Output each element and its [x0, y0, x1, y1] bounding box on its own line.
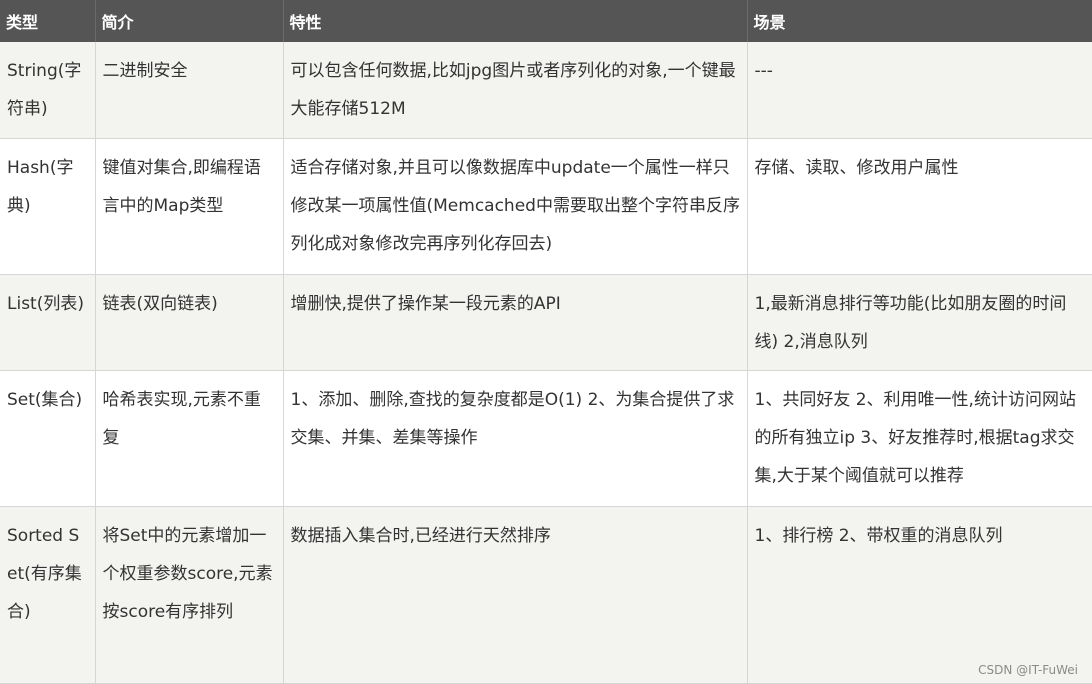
type-text: String(字符串) — [7, 61, 82, 119]
intro-text: 链表(双向链表) — [102, 293, 218, 314]
cell-intro: 将Set中的元素增加一个权重参数score,元素按score有序排列 — [95, 506, 284, 684]
feature-text: 可以包含任何数据,比如jpg图片或者序列化的对象,一个键最大能存储512M — [290, 61, 736, 119]
cell-scene: 存储、读取、修改用户属性 — [747, 138, 1092, 275]
cell-type: String(字符串) — [0, 42, 96, 139]
feature-text: 1、添加、删除,查找的复杂度都是O(1) 2、为集合提供了求交集、并集、差集等操… — [290, 389, 735, 448]
table-header: 类型 简介 特性 场景 — [0, 0, 1092, 42]
feature-text: 增删快,提供了操作某一段元素的API — [290, 293, 561, 314]
table-row-sorted-set: Sorted Set(有序集合) 将Set中的元素增加一个权重参数score,元… — [0, 506, 1092, 684]
intro-text: 哈希表实现,元素不重复 — [102, 389, 261, 448]
header-intro: 简介 — [95, 0, 284, 42]
scene-text: 存储、读取、修改用户属性 — [754, 157, 959, 178]
cell-scene: 1、排行榜 2、带权重的消息队列 — [747, 506, 1092, 684]
type-text: Set(集合) — [7, 389, 83, 410]
scene-text: 1、共同好友 2、利用唯一性,统计访问网站的所有独立ip 3、好友推荐时,根据t… — [754, 389, 1076, 486]
type-text: List(列表) — [7, 293, 84, 314]
table-body: String(字符串) 二进制安全 可以包含任何数据,比如jpg图片或者序列化的… — [0, 42, 1092, 684]
cell-feature: 增删快,提供了操作某一段元素的API — [283, 274, 748, 371]
cell-type: Hash(字典) — [0, 138, 96, 275]
table-row-string: String(字符串) 二进制安全 可以包含任何数据,比如jpg图片或者序列化的… — [0, 42, 1092, 139]
cell-feature: 数据插入集合时,已经进行天然排序 — [283, 506, 748, 684]
header-type: 类型 — [0, 0, 96, 42]
scene-text: 1,最新消息排行等功能(比如朋友圈的时间线) 2,消息队列 — [754, 293, 1067, 352]
intro-text: 二进制安全 — [102, 61, 188, 81]
scene-text: --- — [754, 61, 773, 81]
cell-intro: 哈希表实现,元素不重复 — [95, 370, 284, 507]
intro-text: 键值对集合,即编程语言中的Map类型 — [102, 157, 261, 216]
cell-type: List(列表) — [0, 274, 96, 371]
feature-text: 适合存储对象,并且可以像数据库中update一个属性一样只修改某一项属性值(Me… — [290, 157, 740, 254]
type-text: Hash(字典) — [7, 157, 74, 216]
header-row: 类型 简介 特性 场景 — [0, 0, 1092, 42]
table-row-list: List(列表) 链表(双向链表) 增删快,提供了操作某一段元素的API 1,最… — [0, 274, 1092, 371]
intro-text: 将Set中的元素增加一个权重参数score,元素按score有序排列 — [102, 525, 273, 622]
header-feature: 特性 — [283, 0, 748, 42]
cell-feature: 适合存储对象,并且可以像数据库中update一个属性一样只修改某一项属性值(Me… — [283, 138, 748, 275]
cell-scene: 1、共同好友 2、利用唯一性,统计访问网站的所有独立ip 3、好友推荐时,根据t… — [747, 370, 1092, 507]
cell-intro: 二进制安全 — [95, 42, 284, 139]
table-row-hash: Hash(字典) 键值对集合,即编程语言中的Map类型 适合存储对象,并且可以像… — [0, 138, 1092, 275]
cell-scene: 1,最新消息排行等功能(比如朋友圈的时间线) 2,消息队列 — [747, 274, 1092, 371]
cell-intro: 键值对集合,即编程语言中的Map类型 — [95, 138, 284, 275]
cell-scene: --- — [747, 42, 1092, 139]
redis-types-table: 类型 简介 特性 场景 String(字符串) 二进制安全 可以包含任何数据,比… — [0, 0, 1092, 684]
feature-text: 数据插入集合时,已经进行天然排序 — [290, 525, 551, 546]
cell-feature: 1、添加、删除,查找的复杂度都是O(1) 2、为集合提供了求交集、并集、差集等操… — [283, 370, 748, 507]
cell-feature: 可以包含任何数据,比如jpg图片或者序列化的对象,一个键最大能存储512M — [283, 42, 748, 139]
cell-type: Sorted Set(有序集合) — [0, 506, 96, 684]
table-row-set: Set(集合) 哈希表实现,元素不重复 1、添加、删除,查找的复杂度都是O(1)… — [0, 370, 1092, 507]
scene-text: 1、排行榜 2、带权重的消息队列 — [754, 525, 1003, 546]
type-text: Sorted Set(有序集合) — [7, 525, 82, 622]
cell-intro: 链表(双向链表) — [95, 274, 284, 371]
cell-type: Set(集合) — [0, 370, 96, 507]
csdn-watermark: CSDN @IT-FuWei — [978, 663, 1078, 677]
header-scene: 场景 — [747, 0, 1092, 42]
